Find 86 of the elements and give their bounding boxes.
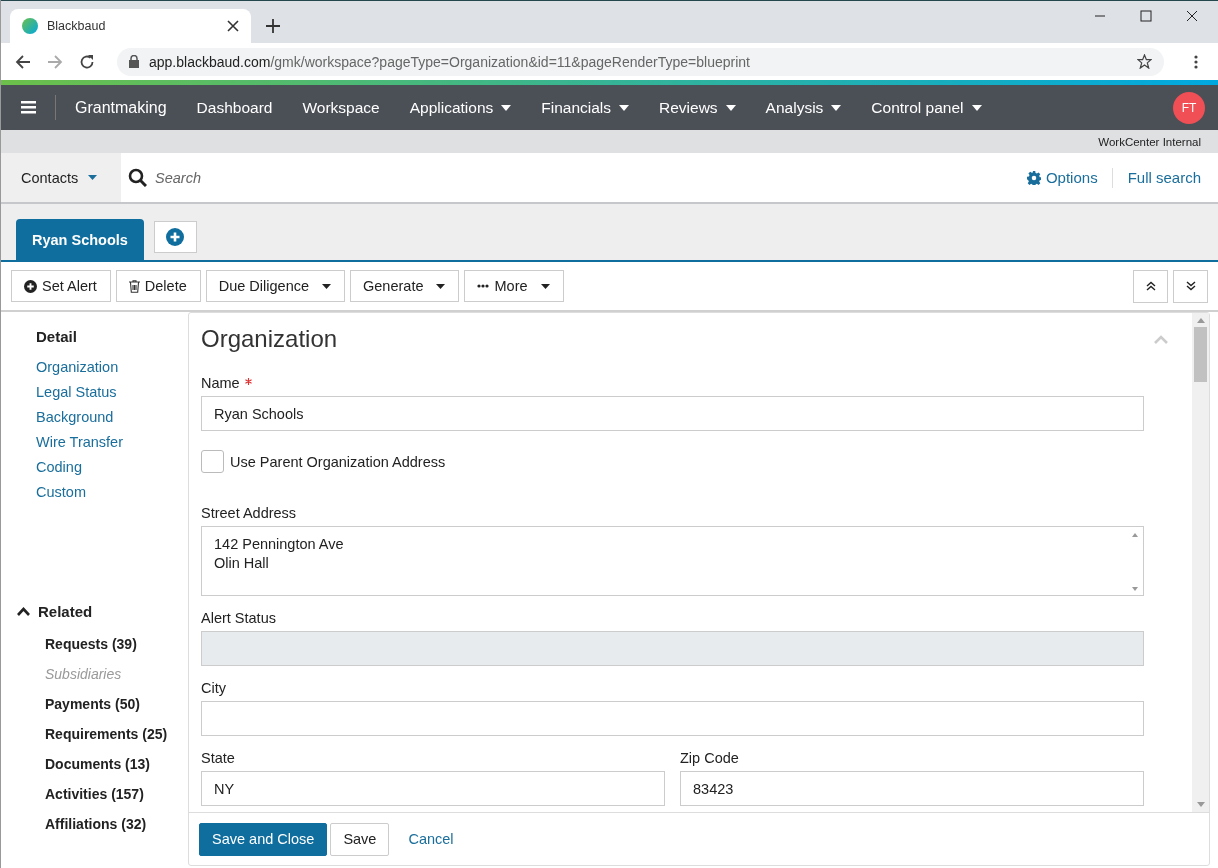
expand-all-button[interactable] — [1173, 269, 1208, 303]
new-tab-icon[interactable] — [266, 19, 280, 33]
nav-menu-item[interactable]: Dashboard — [181, 85, 288, 130]
section-link[interactable]: Organization — [36, 359, 188, 384]
nav-menu-item[interactable]: Analysis — [750, 85, 857, 130]
text-line: 142 Pennington Ave — [214, 535, 345, 554]
address-bar[interactable]: app.blackbaud.com/gmk/workspace?pageType=Organization&id=11&pageRenderType=blueprint — [117, 47, 1164, 76]
related-link[interactable]: Requests (39) — [45, 636, 188, 666]
collapse-all-button[interactable] — [1133, 269, 1168, 303]
reload-icon[interactable] — [79, 53, 95, 70]
section-link[interactable]: Background — [36, 409, 188, 434]
site-logo-icon — [22, 18, 38, 34]
form-button[interactable]: Save — [330, 822, 390, 856]
related-link[interactable]: Payments (50) — [45, 696, 188, 726]
nav-menu-item[interactable]: Control panel — [856, 85, 997, 130]
checkbox-label: Use Parent Organization Address — [230, 453, 446, 470]
search-icon — [128, 168, 147, 187]
star-icon[interactable] — [1137, 54, 1152, 69]
environment-label: WorkCenter Internal — [1098, 135, 1201, 148]
related-link[interactable]: Activities (157) — [45, 786, 188, 816]
toolbar-button[interactable]: Due Diligence — [205, 270, 345, 302]
product-name[interactable]: Grantmaking — [75, 98, 167, 117]
menu-icon[interactable] — [21, 101, 36, 114]
toolbar-button[interactable]: Delete — [115, 270, 201, 302]
scroll-arrows-icon[interactable] — [1131, 531, 1139, 593]
text-line: Olin Hall — [214, 554, 270, 573]
field-label: City — [201, 680, 226, 696]
browser-tab[interactable]: Blackbaud — [10, 9, 251, 43]
text-field[interactable] — [201, 701, 1144, 736]
field-label: Name — [201, 375, 240, 391]
options-link[interactable]: Options — [1026, 169, 1098, 186]
record-tab[interactable]: Ryan Schools — [16, 219, 144, 260]
scrollbar-thumb[interactable] — [1194, 327, 1207, 382]
section-link[interactable]: Legal Status — [36, 384, 188, 409]
related-link[interactable]: Affiliations (32) — [45, 816, 188, 846]
text-field[interactable]: 83423 — [680, 771, 1144, 806]
section-heading: Related — [38, 603, 93, 620]
related-link[interactable]: Documents (13) — [45, 756, 188, 786]
field-label: Zip Code — [680, 750, 739, 766]
related-link[interactable]: Requirements (25) — [45, 726, 188, 756]
section-link[interactable]: Wire Transfer — [36, 434, 188, 459]
back-arrow-icon[interactable] — [15, 53, 31, 70]
text-field[interactable]: Ryan Schools — [201, 396, 1144, 431]
nav-menu-item[interactable]: Workspace — [287, 85, 395, 130]
plus-circle-icon — [24, 279, 37, 293]
double-chevron-up-icon — [1145, 281, 1156, 291]
caret-down-icon — [88, 175, 98, 180]
scroll-up-icon[interactable] — [1196, 318, 1205, 323]
trash-icon — [128, 279, 140, 293]
form-button[interactable]: Save and Close — [199, 822, 328, 856]
checkbox[interactable] — [201, 450, 224, 473]
nav-menu-item[interactable]: Applications — [394, 85, 527, 130]
section-heading: Detail — [36, 328, 78, 345]
menu-icon[interactable] — [1194, 54, 1198, 69]
user-avatar[interactable]: FT — [1173, 91, 1205, 124]
full-search-link[interactable]: Full search — [1127, 169, 1201, 186]
double-chevron-down-icon — [1185, 281, 1196, 291]
close-icon[interactable] — [227, 20, 239, 32]
lock-icon — [129, 55, 139, 68]
nav-menu-item[interactable]: Financials — [526, 85, 645, 130]
chevron-up-icon[interactable] — [17, 607, 30, 616]
url-text: app.blackbaud.com/gmk/workspace?pageType=Organization&id=11&pageRenderType=blueprint — [149, 53, 751, 70]
tab-title: Blackbaud — [47, 19, 107, 33]
toolbar-button[interactable]: More — [464, 270, 564, 302]
toolbar-button[interactable]: Set Alert — [11, 270, 111, 302]
close-icon[interactable] — [1186, 10, 1198, 22]
field-label: Alert Status — [201, 610, 276, 626]
gear-icon — [1026, 170, 1041, 185]
search-scope-dropdown[interactable]: Contacts — [1, 153, 121, 202]
forward-arrow-icon[interactable] — [47, 53, 63, 70]
text-field[interactable]: NY — [201, 771, 665, 806]
toolbar-button[interactable]: Generate — [350, 270, 460, 302]
scroll-down-icon[interactable] — [1196, 802, 1205, 807]
cancel-link[interactable]: Cancel — [396, 822, 466, 856]
nav-menu-item[interactable]: Reviews — [644, 85, 751, 130]
form-title: Organization — [201, 325, 338, 353]
scrollbar[interactable] — [1192, 313, 1209, 812]
section-link[interactable]: Coding — [36, 459, 188, 484]
field-label: State — [201, 750, 235, 766]
plus-circle-icon — [166, 228, 185, 246]
text-area[interactable]: 142 Pennington Ave Olin Hall — [201, 526, 1144, 596]
section-link[interactable]: Custom — [36, 484, 188, 509]
more-icon — [477, 284, 490, 288]
add-tab-button[interactable] — [153, 221, 197, 253]
field-label: Street Address — [201, 505, 297, 521]
maximize-icon[interactable] — [1140, 10, 1152, 22]
